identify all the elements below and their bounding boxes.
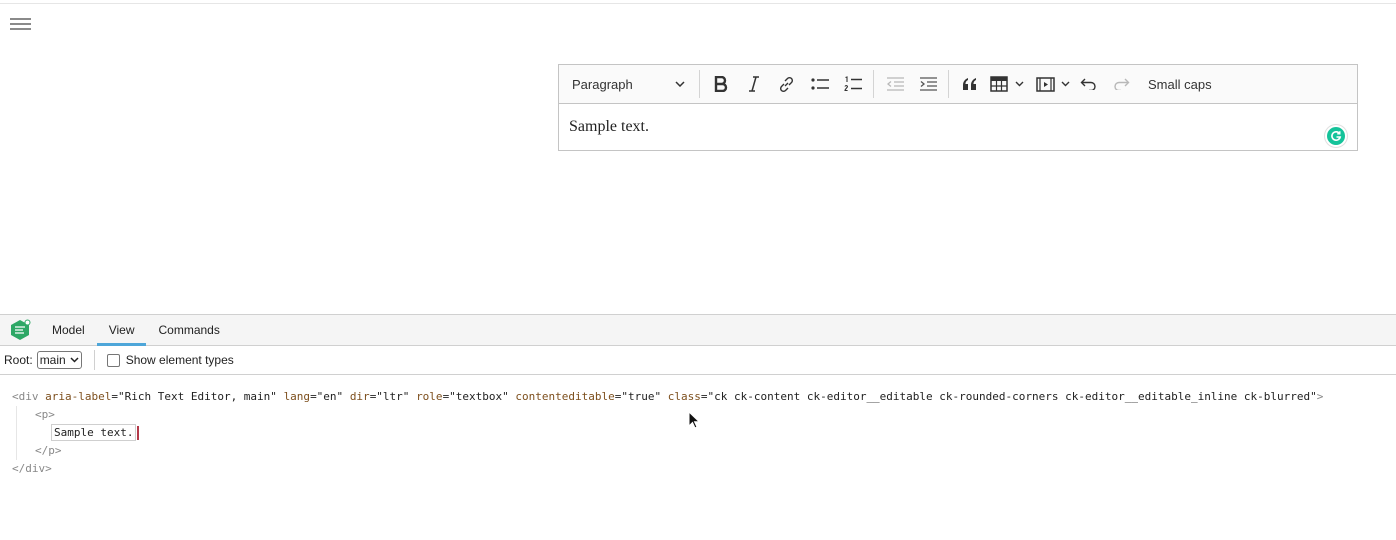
root-label: Root: bbox=[4, 353, 33, 367]
root-select[interactable]: main bbox=[36, 351, 82, 369]
toolbar-separator bbox=[873, 70, 874, 98]
inspector-options: Root: main Show element types bbox=[0, 346, 1396, 375]
text-node-value: Sample text. bbox=[51, 424, 137, 441]
options-separator bbox=[93, 350, 95, 370]
quote-icon bbox=[962, 78, 976, 90]
toolbar-separator bbox=[948, 70, 949, 98]
italic-icon bbox=[748, 76, 759, 92]
heading-dropdown-label: Paragraph bbox=[572, 76, 633, 92]
tree-element-p-close: </p> bbox=[35, 444, 62, 457]
tab-commands[interactable]: Commands bbox=[146, 315, 231, 345]
inspector-tabs: Model View Commands bbox=[0, 315, 1396, 346]
bulleted-list-icon bbox=[810, 78, 829, 90]
editor-toolbar: Paragraph Small caps bbox=[559, 65, 1357, 104]
editable-area[interactable]: Sample text. bbox=[559, 104, 1357, 150]
numbered-list-button[interactable] bbox=[836, 69, 869, 99]
chevron-down-icon bbox=[1015, 81, 1023, 87]
redo-icon bbox=[1114, 78, 1130, 90]
bold-icon bbox=[714, 76, 727, 92]
insert-media-button[interactable] bbox=[1032, 69, 1072, 99]
indent-icon bbox=[919, 77, 937, 91]
heading-dropdown[interactable]: Paragraph bbox=[563, 69, 695, 99]
block-quote-button[interactable] bbox=[953, 69, 986, 99]
table-dropdown-arrow[interactable] bbox=[1012, 69, 1026, 99]
undo-button[interactable] bbox=[1072, 69, 1105, 99]
media-dropdown-arrow[interactable] bbox=[1058, 69, 1072, 99]
tab-model[interactable]: Model bbox=[40, 315, 97, 345]
editor-paragraph[interactable]: Sample text. bbox=[569, 104, 1347, 150]
outdent-button[interactable] bbox=[878, 69, 911, 99]
link-icon bbox=[779, 76, 794, 92]
media-icon bbox=[1035, 76, 1055, 92]
show-element-types-label[interactable]: Show element types bbox=[126, 353, 234, 367]
tree-children: <p> Sample text. </p> bbox=[16, 406, 1396, 460]
numbered-list-icon bbox=[843, 76, 862, 92]
text-cursor bbox=[137, 426, 140, 440]
undo-icon bbox=[1080, 78, 1096, 90]
chevron-down-icon bbox=[675, 81, 685, 87]
italic-button[interactable] bbox=[737, 69, 770, 99]
grammarly-icon[interactable] bbox=[1325, 125, 1347, 147]
tree-element-p[interactable]: <p> bbox=[35, 406, 1396, 424]
link-button[interactable] bbox=[770, 69, 803, 99]
bold-button[interactable] bbox=[704, 69, 737, 99]
menu-icon[interactable] bbox=[10, 18, 31, 34]
rich-text-editor: Paragraph Small caps Sample text. bbox=[558, 64, 1358, 151]
chevron-down-icon bbox=[1061, 81, 1069, 87]
outdent-icon bbox=[886, 77, 904, 91]
insert-table-button[interactable] bbox=[986, 69, 1026, 99]
toolbar-separator bbox=[699, 70, 700, 98]
table-button[interactable] bbox=[986, 69, 1012, 99]
redo-button[interactable] bbox=[1105, 69, 1138, 99]
chevron-down-icon bbox=[70, 357, 79, 363]
small-caps-button[interactable]: Small caps bbox=[1138, 69, 1222, 99]
top-divider bbox=[0, 3, 1396, 4]
show-element-types-checkbox[interactable] bbox=[106, 353, 120, 367]
table-icon bbox=[990, 76, 1008, 92]
mouse-pointer-icon bbox=[688, 411, 700, 429]
tree-element-div[interactable]: <div aria-label="Rich Text Editor, main"… bbox=[12, 388, 1396, 406]
tab-view[interactable]: View bbox=[96, 315, 147, 346]
indent-button[interactable] bbox=[911, 69, 944, 99]
bulleted-list-button[interactable] bbox=[803, 69, 836, 99]
inspector-logo-icon bbox=[0, 315, 40, 345]
tree-element-div-close: </div> bbox=[12, 462, 52, 475]
media-button[interactable] bbox=[1032, 69, 1058, 99]
tree-text-node[interactable]: Sample text. bbox=[35, 424, 1396, 442]
root-select-value: main bbox=[39, 353, 66, 367]
